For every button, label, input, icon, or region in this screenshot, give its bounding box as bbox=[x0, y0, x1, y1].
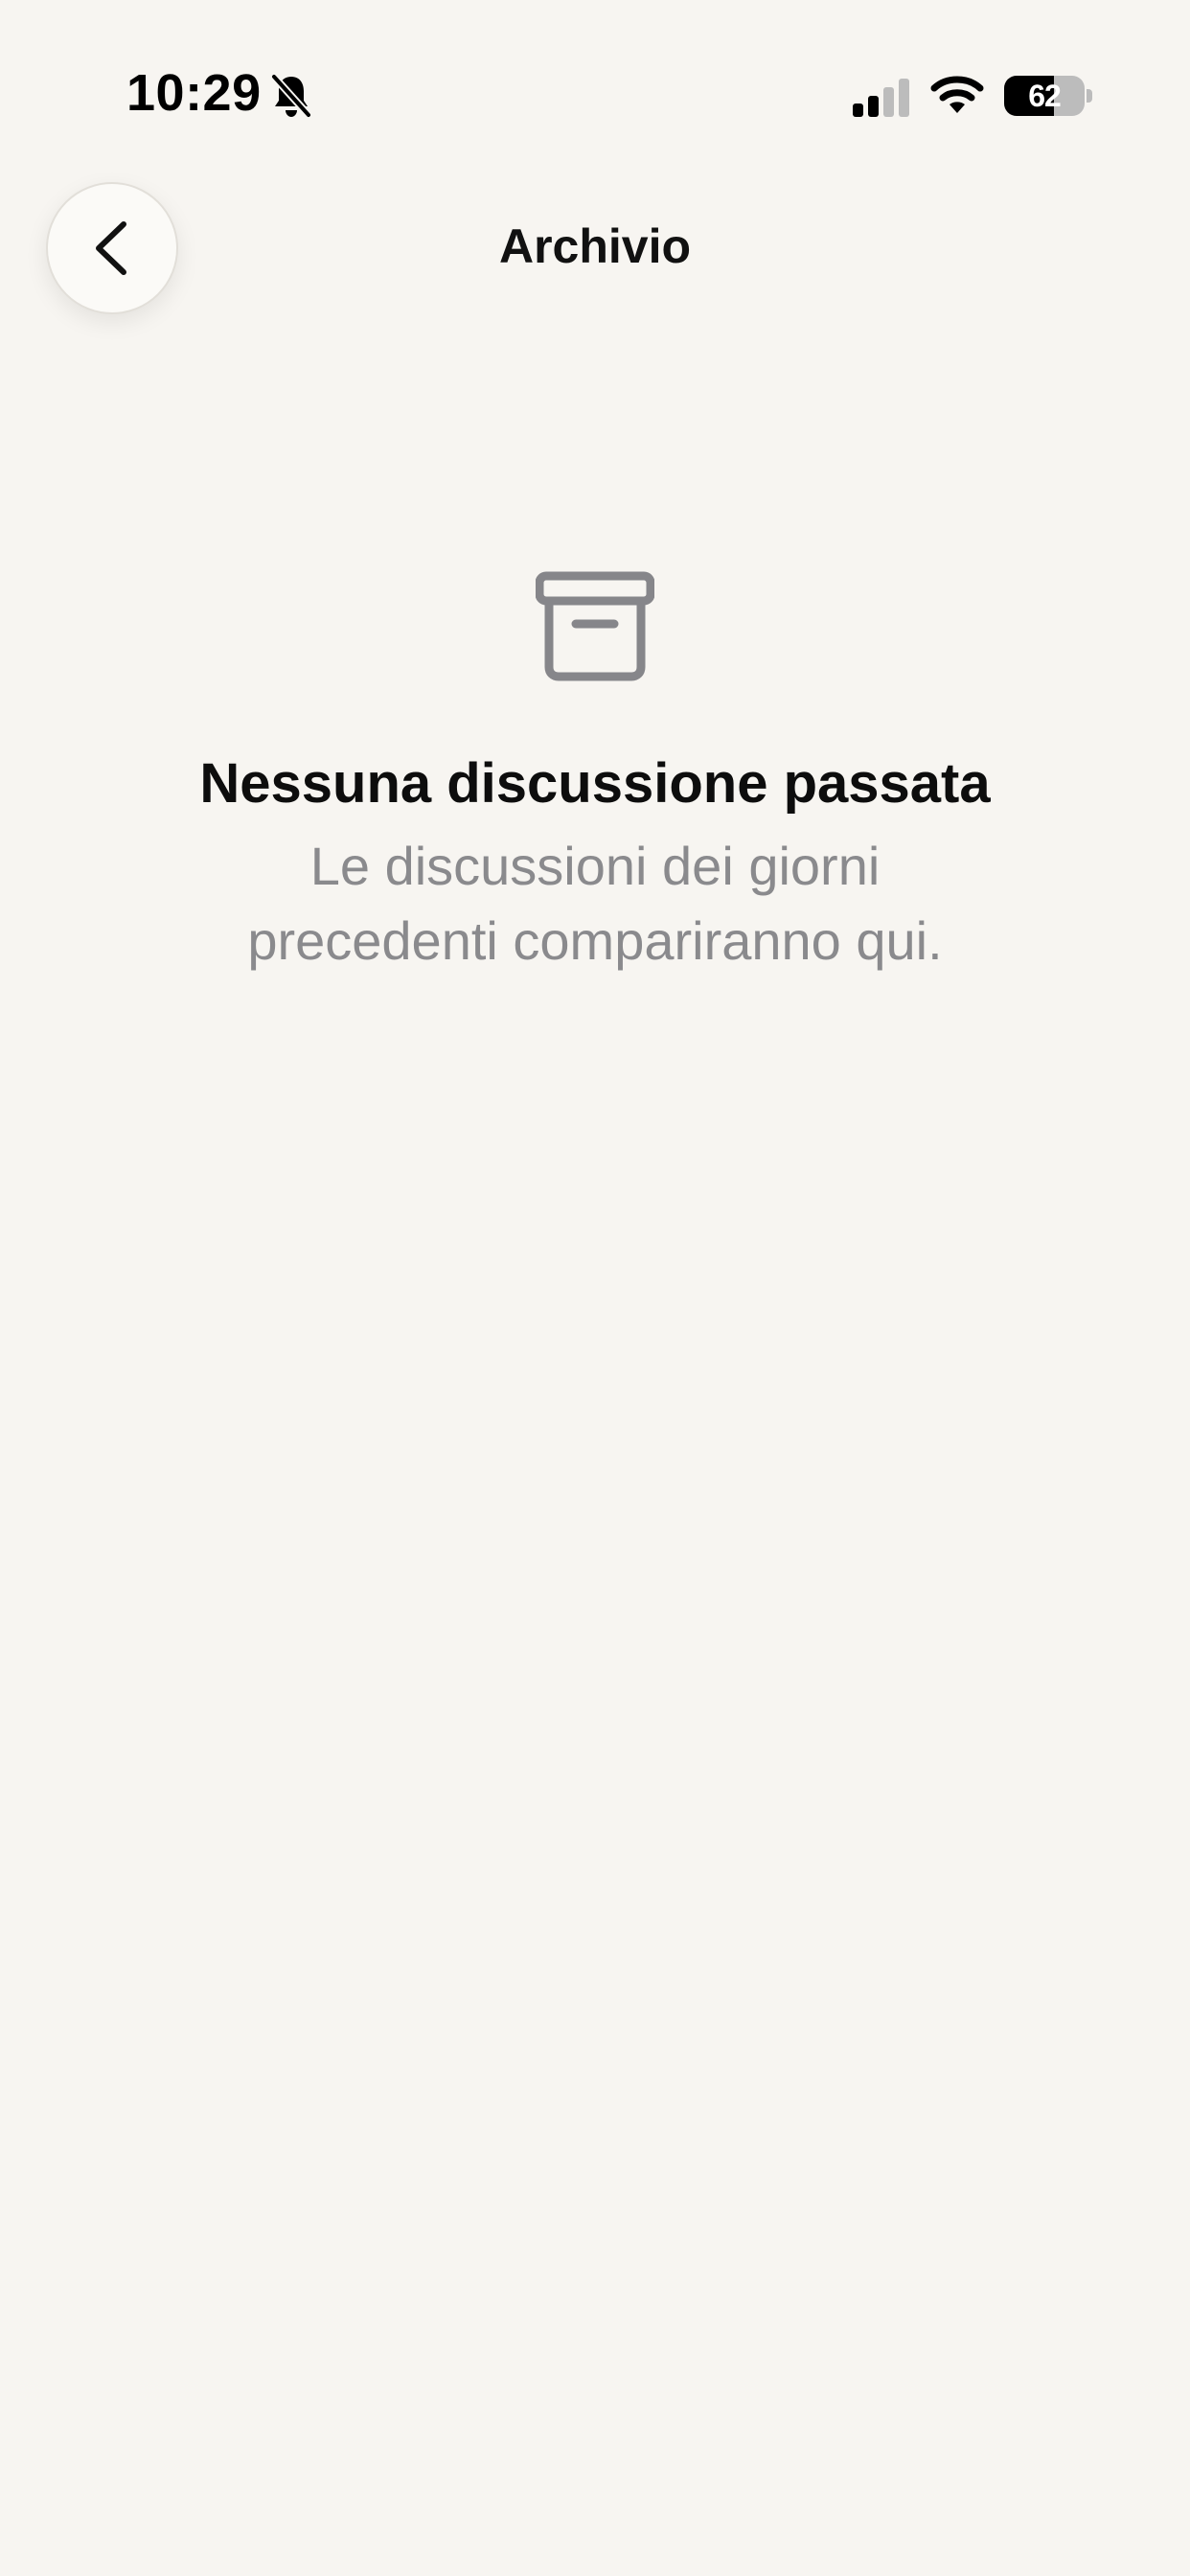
status-bar: 10:29 62 bbox=[0, 0, 1190, 192]
archive-screen: 10:29 62 Archivio Nessuna discussione pa… bbox=[0, 0, 1190, 2576]
signal-icon bbox=[853, 79, 909, 117]
wifi-icon bbox=[930, 76, 984, 113]
page-title: Archivio bbox=[498, 219, 692, 273]
archive-box-icon bbox=[536, 571, 654, 681]
bell-muted-icon bbox=[270, 73, 312, 119]
empty-state-title: Nessuna discussione passata bbox=[199, 752, 991, 815]
battery-cap bbox=[1087, 89, 1092, 103]
battery-icon: 62 bbox=[1004, 76, 1085, 116]
battery-level: 62 bbox=[1028, 78, 1062, 113]
empty-state: Nessuna discussione passata Le discussio… bbox=[0, 571, 1190, 978]
status-time: 10:29 bbox=[126, 64, 262, 122]
empty-state-subtitle: Le discussioni dei giorni precedenti com… bbox=[247, 836, 943, 971]
